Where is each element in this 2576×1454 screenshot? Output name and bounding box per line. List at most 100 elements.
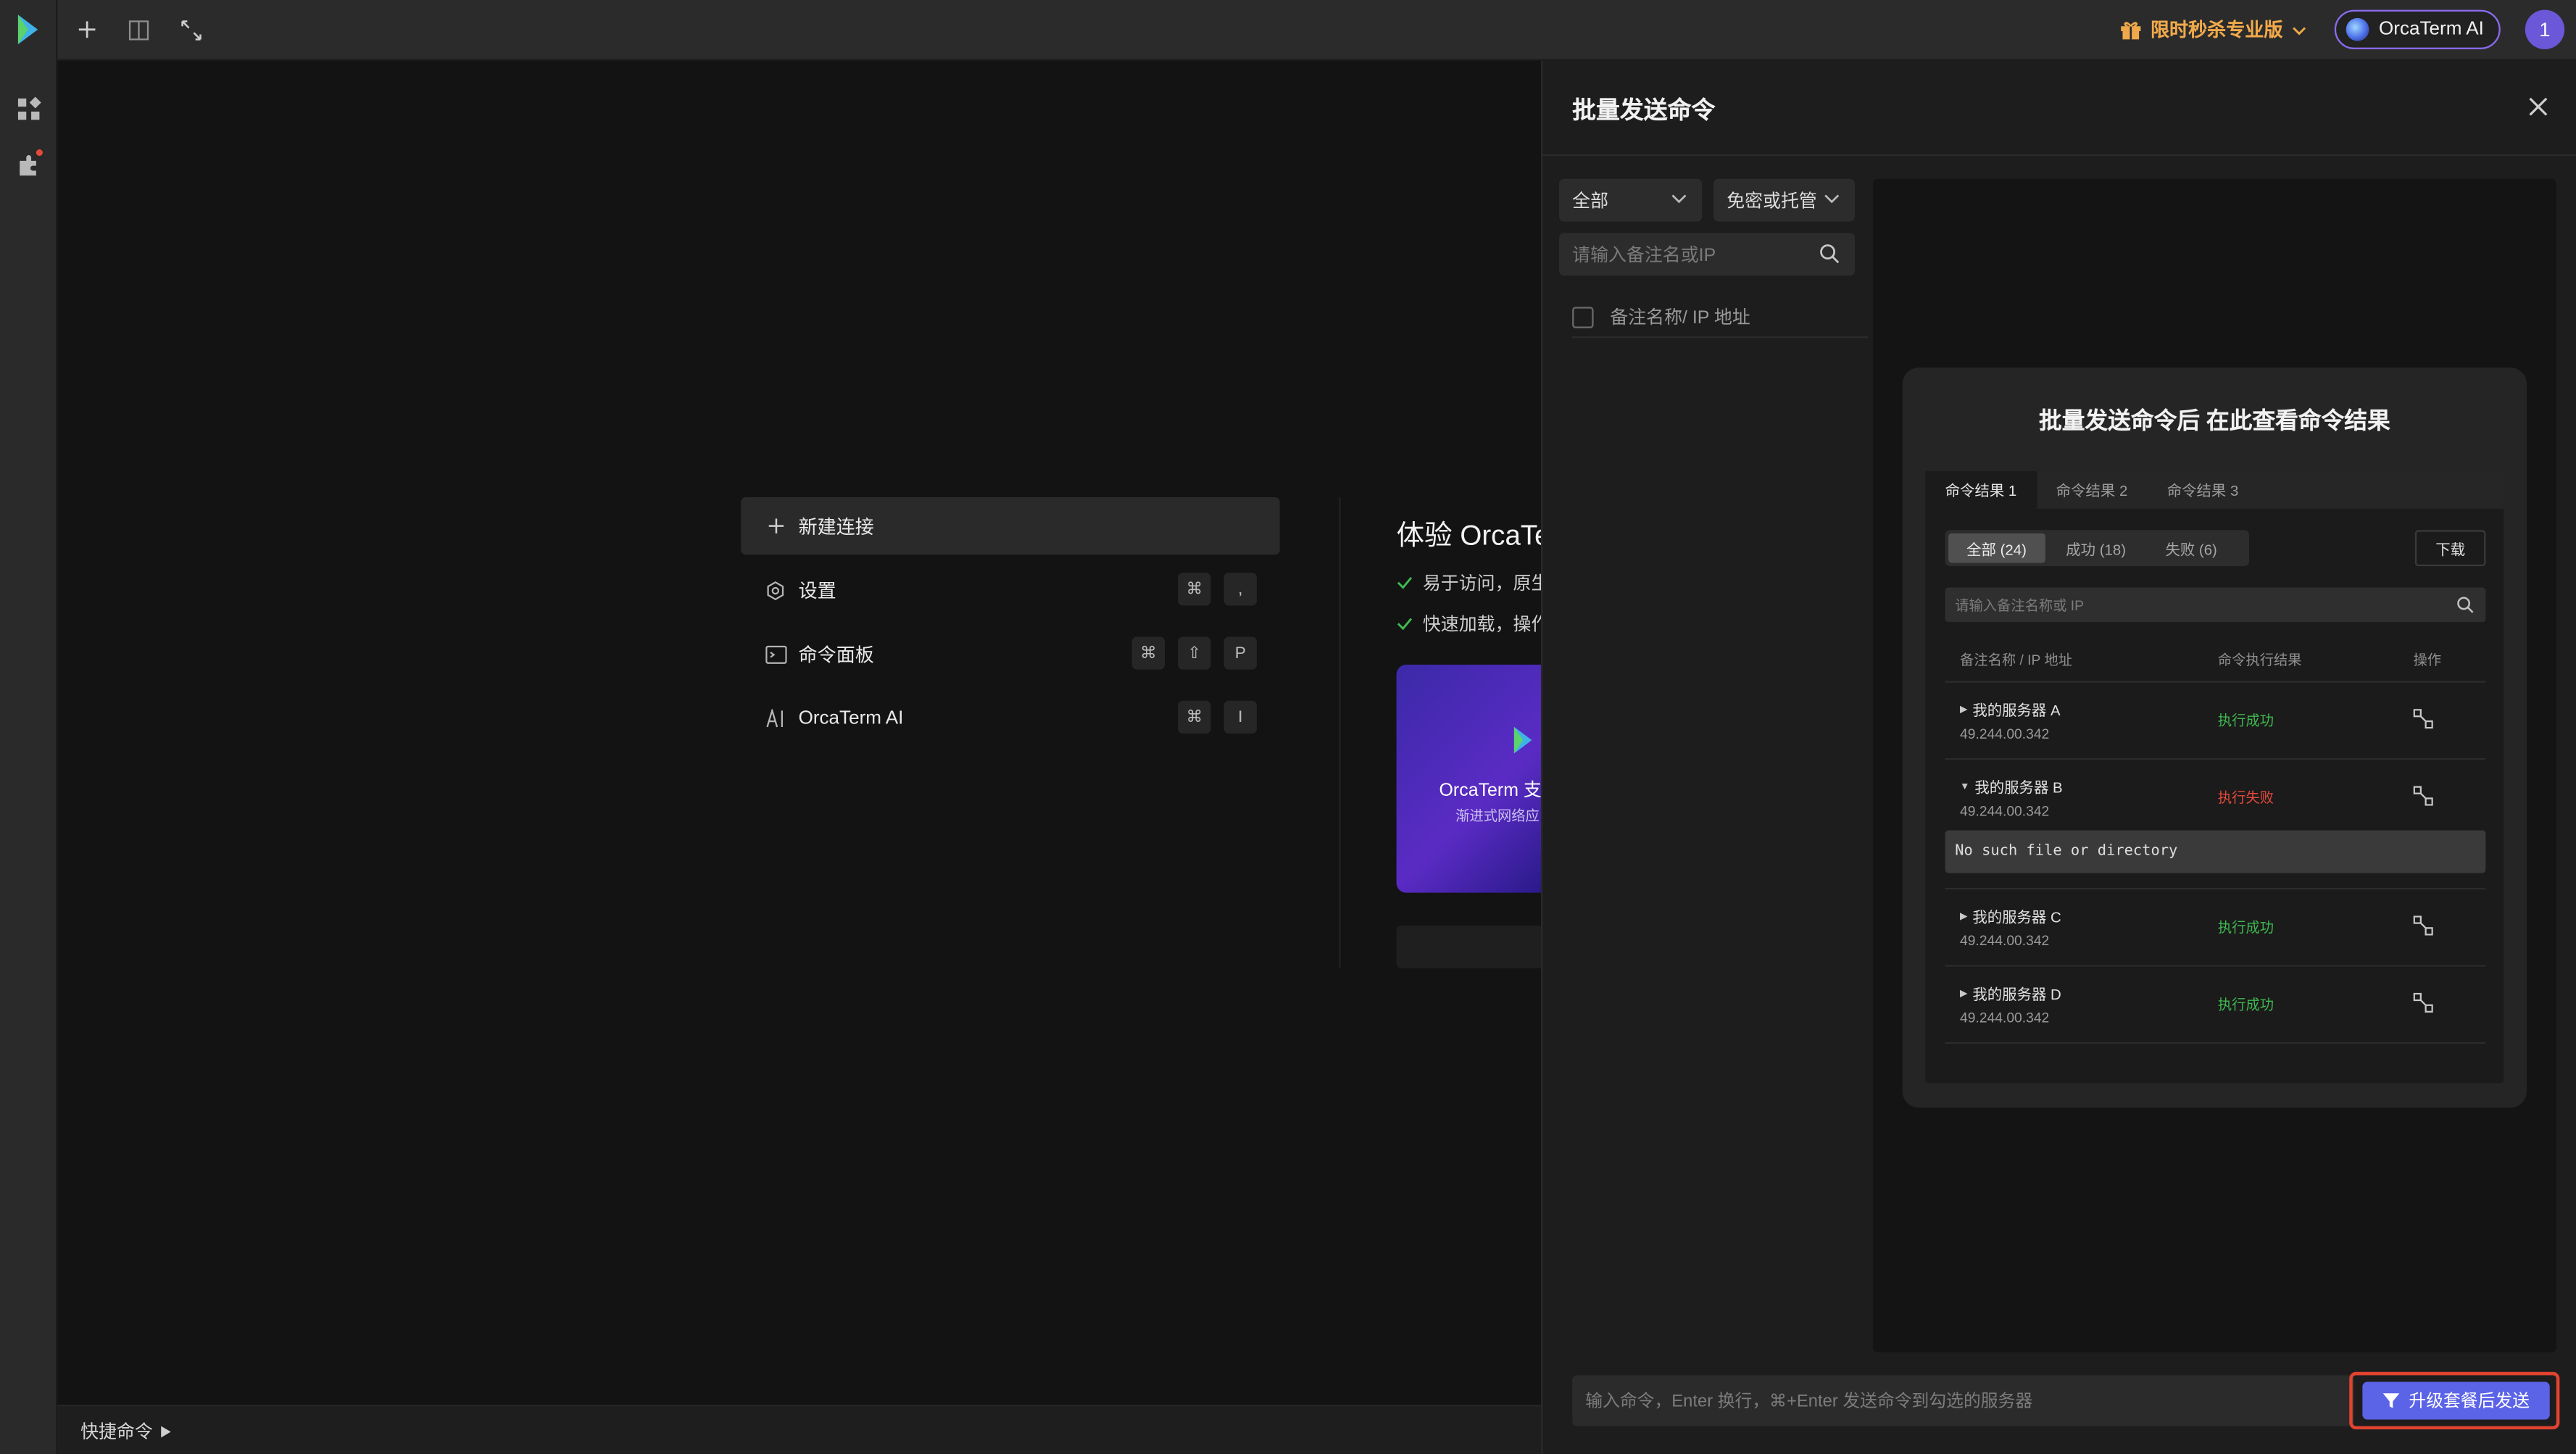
drawer-title: 批量发送命令 (1572, 98, 1716, 125)
segment-all: 全部 (24) (1948, 533, 2045, 563)
menu-item-orcaterm-ai[interactable]: OrcaTerm AI ⌘ I (741, 689, 1279, 747)
segment-success: 成功 (18) (2066, 541, 2127, 557)
auth-filter-value: 免密或托管 (1727, 191, 1817, 212)
search-icon (1820, 244, 1840, 264)
segment-failure: 失败 (6) (2165, 541, 2217, 557)
check-icon (1397, 577, 1413, 589)
view-detail-icon (2413, 992, 2433, 1013)
check-icon (1397, 618, 1413, 631)
quick-command-label: 快捷命令 (80, 1422, 153, 1443)
status-success: 执行成功 (2217, 918, 2274, 936)
illustration-title: 批量发送命令后 在此查看命令结果 (2038, 407, 2390, 433)
server-search-placeholder: 请输入备注名或IP (1572, 246, 1716, 266)
server-list-header-label: 备注名称/ IP 地址 (1610, 308, 1750, 328)
status-segment: 全部 (24) 成功 (18) 失败 (6) (1945, 530, 2249, 567)
menu-item-label: 设置 (798, 581, 836, 602)
new-tab-icon[interactable] (74, 17, 100, 43)
ai-icon (764, 707, 787, 730)
menu-item-label: 命令面板 (798, 645, 874, 666)
shortcut-keys: ⌘ ⇧ P (1131, 636, 1257, 670)
column-header-result: 命令执行结果 (2217, 651, 2302, 668)
quick-command-button[interactable]: 快捷命令 (80, 1418, 171, 1444)
menu-item-label: OrcaTerm AI (798, 707, 904, 728)
batch-command-drawer: 批量发送命令 全部 免密或托管 请输入备注名或IP 备注名称/ IP 地址 批量… (1541, 60, 2576, 1454)
ai-orb-icon (2346, 17, 2369, 41)
experience-card-title: OrcaTerm 支 (1439, 781, 1542, 801)
server-ip: 49.244.00.342 (1960, 802, 2050, 819)
key-cap: ⌘ (1131, 636, 1166, 670)
server-name: ▶ 我的服务器 C (1960, 906, 2061, 927)
menu-item-command-palette[interactable]: 命令面板 ⌘ ⇧ P (741, 626, 1279, 683)
left-rail (0, 0, 58, 1454)
key-cap: ⇧ (1178, 636, 1211, 670)
welcome-menu: 新建连接 设置 ⌘ , 命令面板 ⌘ ⇧ P OrcaTerm AI ⌘ I (741, 497, 1280, 753)
shortcut-keys: ⌘ I (1178, 700, 1257, 734)
avatar-text: 1 (2539, 17, 2551, 41)
orcaterm-logo-icon (1513, 726, 1532, 754)
server-name-text: 我的服务器 D (1972, 986, 2061, 1003)
welcome-divider (1339, 497, 1341, 968)
dashboard-icon[interactable] (13, 94, 43, 123)
caret-right-icon: ▶ (1960, 989, 1968, 1000)
status-success: 执行成功 (2217, 996, 2274, 1013)
send-button-label: 升级套餐后发送 (2409, 1391, 2530, 1412)
menu-item-label: 新建连接 (798, 518, 874, 538)
experience-line-text: 快速加载，操作 (1422, 615, 1550, 636)
key-cap: , (1223, 573, 1257, 606)
illustration-panel: 命令结果 1 命令结果 2 命令结果 3 全部 (24) 成功 (18) 失败 … (1925, 470, 2504, 1084)
key-cap: I (1223, 700, 1257, 734)
result-pane: 批量发送命令后 在此查看命令结果 命令结果 1 命令结果 2 命令结果 3 全部… (1872, 178, 2556, 1353)
shortcut-keys: ⌘ , (1178, 573, 1257, 606)
drawer-divider (1542, 154, 2576, 157)
experience-card-subtitle: 渐进式网络应 (1455, 807, 1540, 824)
table-row: ▶ 我的服务器 D 49.244.00.342 执行成功 (1945, 967, 2486, 1044)
chevron-down-icon (2291, 26, 2305, 35)
auth-filter-select[interactable]: 免密或托管 (1713, 178, 1855, 222)
status-failure: 执行失败 (2217, 789, 2274, 806)
gift-icon (2121, 22, 2141, 40)
server-name: ▶ 我的服务器 D (1960, 983, 2061, 1004)
table-row: ▶ 我的服务器 C 49.244.00.342 执行成功 (1945, 889, 2486, 967)
caret-right-icon (161, 1425, 171, 1437)
command-input[interactable]: 输入命令，Enter 换行，⌘+Enter 发送命令到勾选的服务器 (1572, 1375, 2355, 1426)
server-name: ▼ 我的服务器 B (1960, 776, 2063, 797)
split-view-icon[interactable] (125, 17, 151, 43)
close-icon[interactable] (2525, 94, 2551, 120)
expand-icon[interactable] (178, 17, 204, 43)
promo-link[interactable]: 限时秒杀专业版 (2119, 12, 2306, 48)
server-name-text: 我的服务器 A (1972, 702, 2061, 719)
column-header-name: 备注名称 / IP 地址 (1960, 651, 2072, 668)
view-detail-icon (2413, 786, 2433, 806)
filter-send-icon (2383, 1393, 2400, 1408)
plugin-icon[interactable] (13, 149, 43, 179)
select-all-checkbox[interactable] (1572, 306, 1594, 328)
upgrade-send-button[interactable]: 升级套餐后发送 (2362, 1382, 2550, 1420)
experience-line-text: 易于访问，原生 (1422, 574, 1550, 594)
view-detail-icon (2413, 915, 2433, 936)
orcaterm-ai-button[interactable]: OrcaTerm AI (2334, 9, 2501, 49)
key-cap: ⌘ (1178, 573, 1211, 606)
server-search-input[interactable]: 请输入备注名或IP (1559, 233, 1855, 276)
chevron-down-icon (1671, 194, 1687, 204)
send-button-highlight: 升级套餐后发送 (2349, 1371, 2560, 1430)
server-ip: 49.244.00.342 (1960, 1009, 2050, 1026)
experience-bar[interactable] (1396, 925, 1542, 968)
illustration-search-placeholder: 请输入备注名称或 IP (1955, 597, 2084, 613)
avatar[interactable]: 1 (2525, 9, 2565, 49)
server-list-header: 备注名称/ IP 地址 (1572, 297, 1869, 338)
table-row: ▶ 我的服务器 A 49.244.00.342 执行成功 (1945, 683, 2486, 760)
caret-right-icon: ▶ (1960, 912, 1968, 923)
server-name: ▶ 我的服务器 A (1960, 699, 2061, 720)
download-button: 下载 (2414, 530, 2486, 567)
key-cap: ⌘ (1178, 700, 1211, 734)
search-icon (2457, 597, 2474, 613)
menu-item-new-connection[interactable]: 新建连接 (741, 497, 1280, 555)
result-illustration: 批量发送命令后 在此查看命令结果 命令结果 1 命令结果 2 命令结果 3 全部… (1902, 367, 2527, 1108)
server-ip: 49.244.00.342 (1960, 932, 2050, 949)
group-filter-select[interactable]: 全部 (1559, 178, 1703, 222)
app-logo[interactable] (12, 12, 44, 48)
terminal-icon (764, 642, 787, 665)
menu-item-settings[interactable]: 设置 ⌘ , (741, 561, 1279, 618)
experience-card[interactable]: OrcaTerm 支 渐进式网络应 (1396, 664, 1542, 893)
experience-line: 快速加载，操作 (1397, 610, 1550, 636)
